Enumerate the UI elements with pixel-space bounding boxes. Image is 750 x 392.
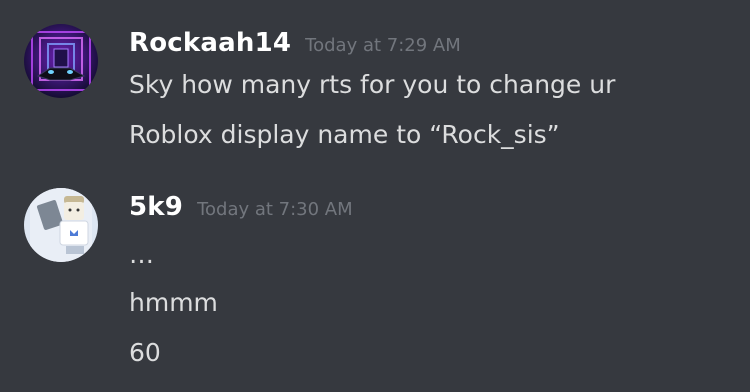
message-text: Sky how many rts for you to change ur [129,70,616,99]
message-header: Rockaah14 Today at 7:29 AM [129,28,461,64]
avatar[interactable] [24,188,98,262]
message-text: 60 [129,338,161,367]
timestamp: Today at 7:30 AM [197,199,353,220]
avatar-roblox-character-icon [24,188,98,262]
avatar[interactable] [24,24,98,98]
timestamp: Today at 7:29 AM [305,35,461,56]
username[interactable]: 5k9 [129,192,183,222]
message-text: Roblox display name to “Rock_sis” [129,120,560,149]
message-text: hmmm [129,288,218,317]
message-header: 5k9 Today at 7:30 AM [129,192,353,228]
message-text: … [129,240,154,269]
avatar-neon-tunnel-icon [24,24,98,98]
username[interactable]: Rockaah14 [129,28,291,58]
